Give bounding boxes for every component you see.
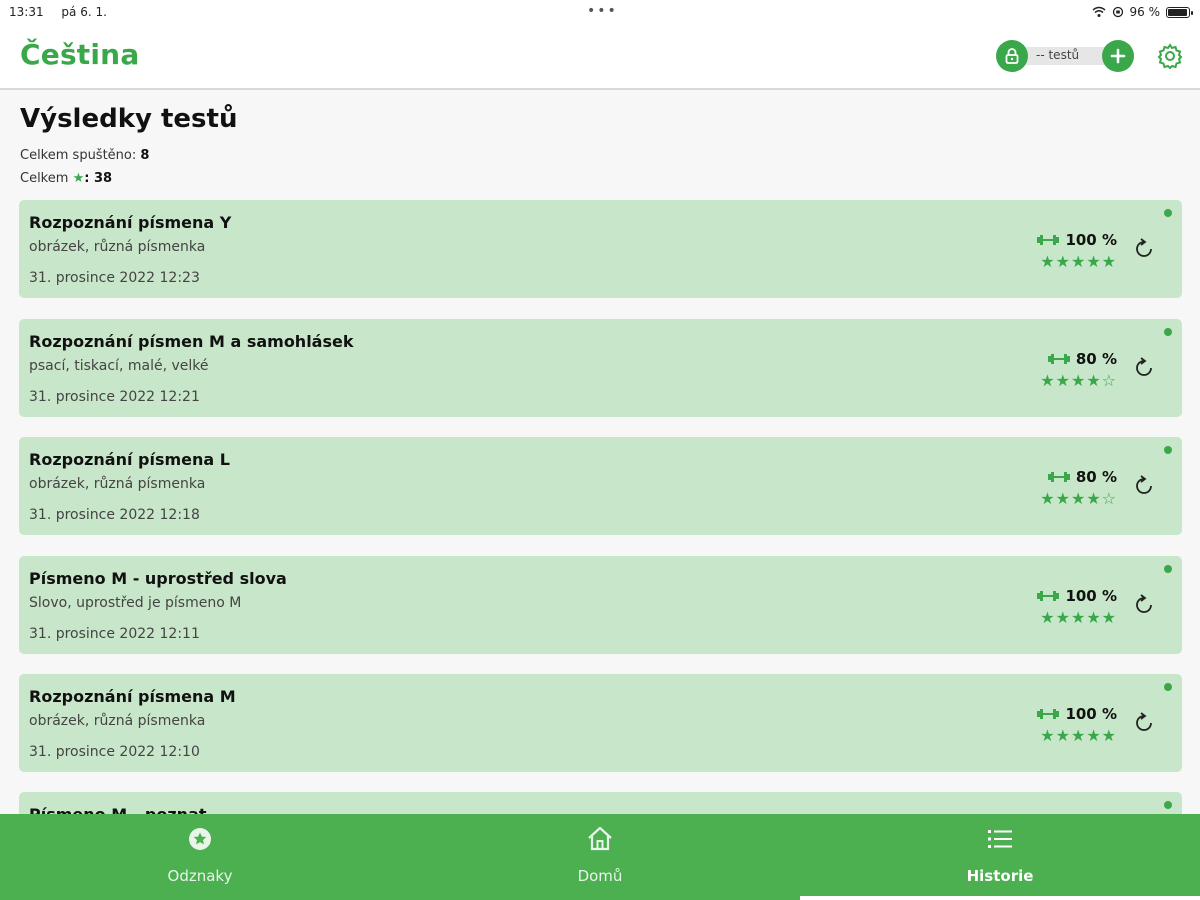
result-card[interactable]: Rozpoznání písmena L obrázek, různá písm… bbox=[19, 437, 1182, 535]
result-date: 31. prosince 2022 12:11 bbox=[29, 626, 200, 642]
result-date: 31. prosince 2022 12:10 bbox=[29, 744, 200, 760]
result-subtitle: Slovo, uprostřed je písmeno M bbox=[29, 595, 242, 611]
result-title: Rozpoznání písmen M a samohlásek bbox=[29, 332, 354, 351]
result-score-block: 80 % ★★★★☆ bbox=[1027, 467, 1117, 508]
result-title: Písmeno M - poznat bbox=[29, 805, 207, 814]
settings-gear-icon[interactable] bbox=[1156, 42, 1184, 70]
add-tests-button[interactable] bbox=[1102, 40, 1134, 72]
result-score: 100 % bbox=[1027, 230, 1117, 250]
result-stars: ★★★★☆ bbox=[1040, 371, 1117, 390]
result-date: 31. prosince 2022 12:23 bbox=[29, 270, 200, 286]
result-title: Písmeno M - uprostřed slova bbox=[29, 569, 287, 588]
status-dot bbox=[1164, 683, 1172, 691]
plus-icon bbox=[1110, 48, 1126, 64]
retry-icon[interactable] bbox=[1131, 710, 1157, 736]
badge-star-icon bbox=[189, 828, 211, 850]
status-dot bbox=[1164, 801, 1172, 809]
result-score: 100 % bbox=[1027, 586, 1117, 606]
result-subtitle: psací, tiskací, malé, velké bbox=[29, 358, 209, 374]
result-date: 31. prosince 2022 12:18 bbox=[29, 507, 200, 523]
dumbbell-icon bbox=[1037, 591, 1060, 601]
total-stars-label: Celkem bbox=[20, 171, 69, 186]
dumbbell-icon bbox=[1047, 472, 1070, 482]
result-percent: 80 % bbox=[1075, 350, 1117, 368]
result-percent: 100 % bbox=[1065, 705, 1117, 723]
status-date: pá 6. 1. bbox=[61, 5, 107, 19]
dumbbell-icon bbox=[1037, 709, 1060, 719]
result-percent: 100 % bbox=[1065, 587, 1117, 605]
result-card[interactable]: Rozpoznání písmena Y obrázek, různá písm… bbox=[19, 200, 1182, 298]
bottom-navigation: Odznaky Domů Historie bbox=[0, 814, 1200, 900]
status-bar: 13:31 pá 6. 1. ••• 96 % bbox=[0, 0, 1200, 26]
result-stars: ★★★★☆ bbox=[1040, 489, 1117, 508]
star-icon: ★ bbox=[72, 171, 85, 186]
status-dot bbox=[1164, 565, 1172, 573]
result-percent: 80 % bbox=[1075, 468, 1117, 486]
results-content[interactable]: Výsledky testů Celkem spuštěno: 8 Celkem… bbox=[0, 92, 1200, 814]
result-score-block: 80 % ★★★★☆ bbox=[1027, 349, 1117, 390]
dumbbell-icon bbox=[1047, 354, 1070, 364]
result-subtitle: obrázek, různá písmenka bbox=[29, 239, 206, 255]
nav-history-label: Historie bbox=[966, 867, 1034, 885]
result-card[interactable]: Písmeno M - uprostřed slova Slovo, upros… bbox=[19, 556, 1182, 654]
nav-badges[interactable]: Odznaky bbox=[0, 814, 400, 900]
orientation-lock-icon bbox=[1112, 6, 1123, 18]
app-bar: Čeština -- testů bbox=[0, 26, 1200, 90]
dumbbell-icon bbox=[1037, 235, 1060, 245]
nav-home-label: Domů bbox=[577, 867, 623, 885]
retry-icon[interactable] bbox=[1131, 236, 1157, 262]
result-stars: ★★★★★ bbox=[1040, 726, 1117, 745]
active-tab-indicator bbox=[800, 896, 1200, 900]
result-score: 80 % bbox=[1027, 467, 1117, 487]
tests-count-label: -- testů bbox=[1036, 48, 1080, 62]
result-subtitle: obrázek, různá písmenka bbox=[29, 476, 206, 492]
total-stars-value: : 38 bbox=[84, 171, 113, 186]
multitask-dots-icon[interactable]: ••• bbox=[587, 3, 618, 19]
result-percent: 100 % bbox=[1065, 231, 1117, 249]
retry-icon[interactable] bbox=[1131, 355, 1157, 381]
battery-fill bbox=[1168, 8, 1188, 16]
result-score: 80 % bbox=[1027, 349, 1117, 369]
lock-icon bbox=[1005, 48, 1019, 64]
wifi-icon bbox=[1092, 6, 1105, 17]
total-stars: Celkem ★: 38 bbox=[20, 171, 112, 186]
result-stars: ★★★★★ bbox=[1040, 608, 1117, 627]
status-dot bbox=[1164, 209, 1172, 217]
status-left: 13:31 pá 6. 1. bbox=[9, 5, 121, 19]
list-icon bbox=[988, 830, 1012, 848]
status-dot bbox=[1164, 328, 1172, 336]
retry-icon[interactable] bbox=[1131, 592, 1157, 618]
nav-badges-label: Odznaky bbox=[167, 867, 233, 885]
result-title: Rozpoznání písmena M bbox=[29, 687, 236, 706]
result-score-block: 100 % ★★★★★ bbox=[1027, 586, 1117, 627]
result-score-block: 100 % ★★★★★ bbox=[1027, 704, 1117, 745]
total-runs-value: 8 bbox=[140, 148, 150, 163]
nav-history[interactable]: Historie bbox=[800, 814, 1200, 900]
app-title: Čeština bbox=[20, 38, 140, 71]
total-runs: Celkem spuštěno: 8 bbox=[20, 148, 149, 163]
nav-home[interactable]: Domů bbox=[400, 814, 800, 900]
result-title: Rozpoznání písmena Y bbox=[29, 213, 232, 232]
result-subtitle: obrázek, různá písmenka bbox=[29, 713, 206, 729]
battery-percent: 96 % bbox=[1129, 5, 1161, 19]
status-right: 96 % bbox=[1092, 5, 1193, 19]
battery-icon bbox=[1166, 6, 1193, 18]
tests-counter: -- testů bbox=[996, 40, 1134, 72]
home-icon bbox=[588, 826, 612, 851]
result-stars: ★★★★★ bbox=[1040, 252, 1117, 271]
total-runs-label: Celkem spuštěno: bbox=[20, 148, 137, 163]
result-score-block: 100 % ★★★★★ bbox=[1027, 230, 1117, 271]
result-card[interactable]: Rozpoznání písmena M obrázek, různá písm… bbox=[19, 674, 1182, 772]
lock-button[interactable] bbox=[996, 40, 1028, 72]
retry-icon[interactable] bbox=[1131, 473, 1157, 499]
page-title: Výsledky testů bbox=[20, 104, 238, 134]
result-card[interactable]: Rozpoznání písmen M a samohlásek psací, … bbox=[19, 319, 1182, 417]
result-title: Rozpoznání písmena L bbox=[29, 450, 230, 469]
result-date: 31. prosince 2022 12:21 bbox=[29, 389, 200, 405]
status-dot bbox=[1164, 446, 1172, 454]
status-time: 13:31 bbox=[9, 5, 44, 19]
result-card[interactable]: Písmeno M - poznat bbox=[19, 792, 1182, 814]
result-score: 100 % bbox=[1027, 704, 1117, 724]
